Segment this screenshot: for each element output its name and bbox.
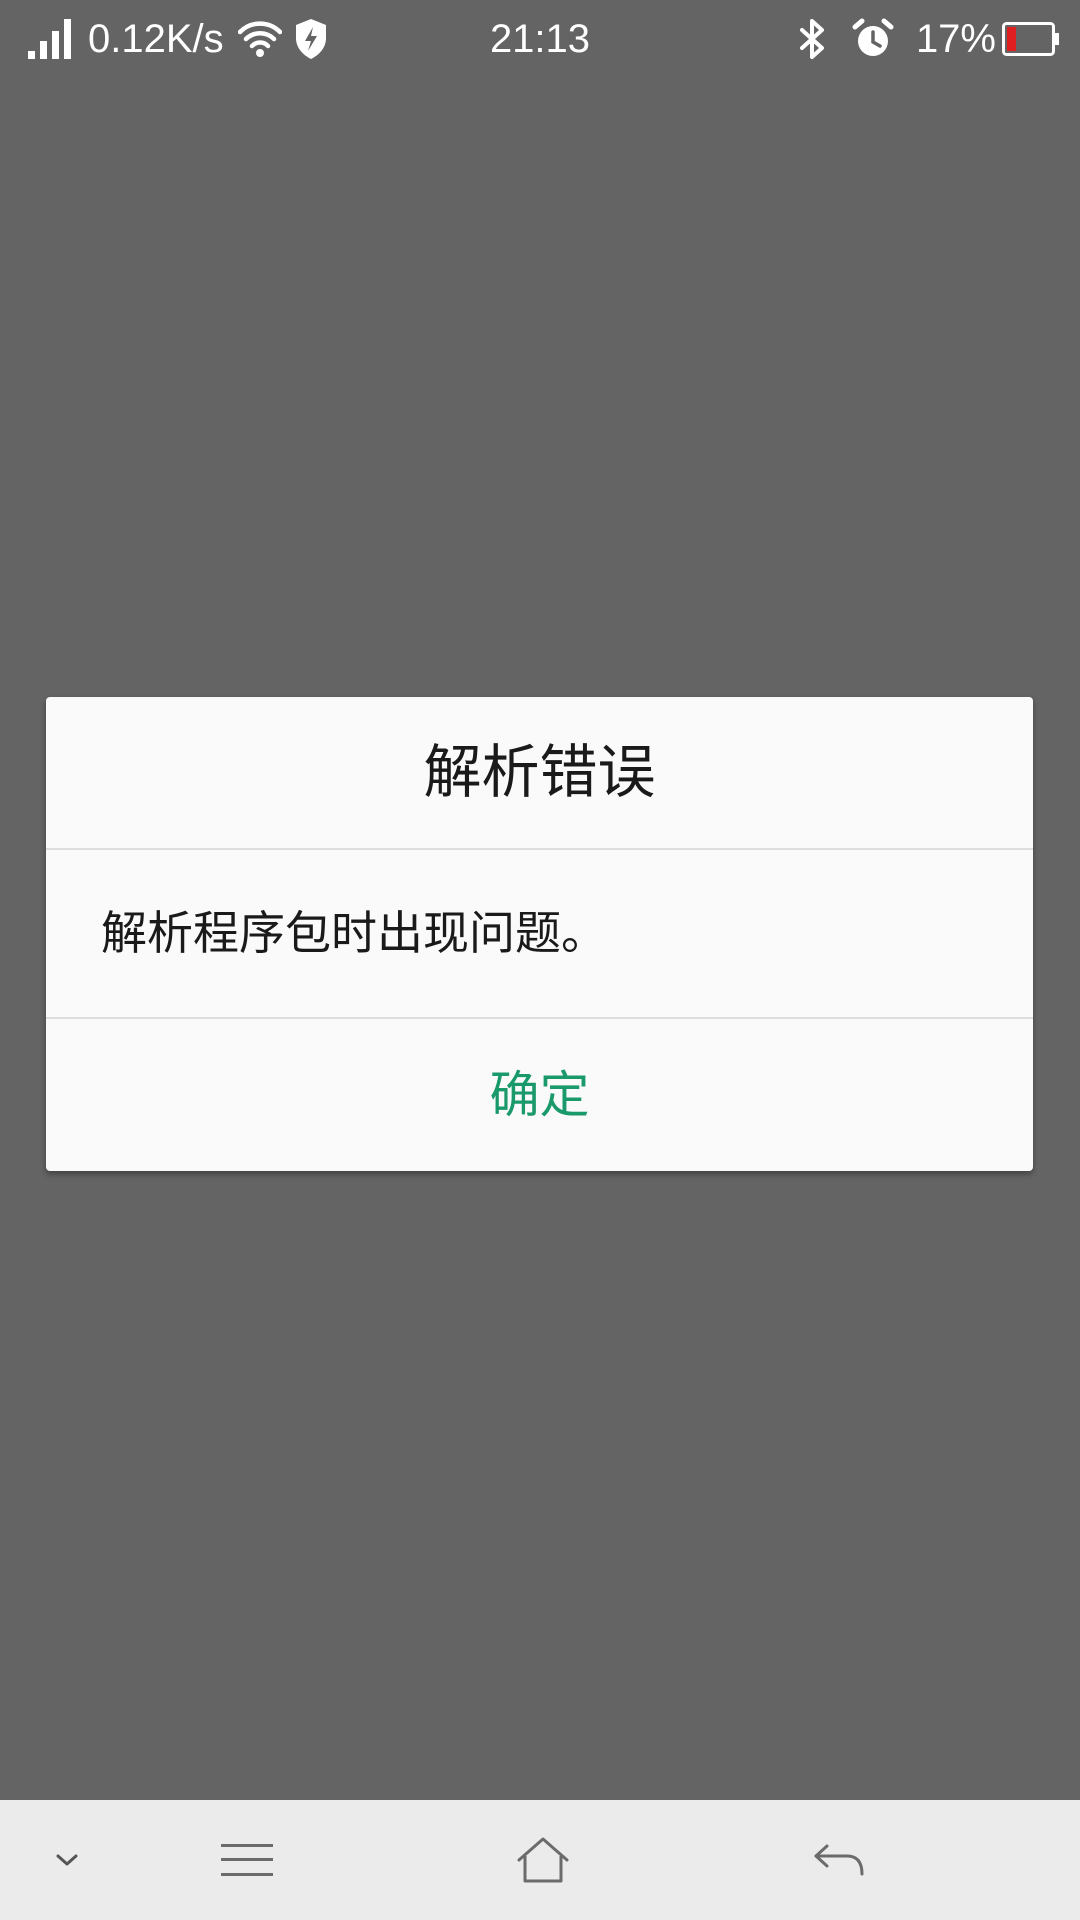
home-button[interactable] — [496, 1800, 590, 1920]
back-icon — [813, 1842, 865, 1878]
menu-button[interactable] — [200, 1800, 294, 1920]
battery-percent: 17% — [915, 16, 996, 61]
alarm-icon — [852, 18, 894, 60]
navigation-bar — [0, 1800, 1080, 1920]
bluetooth-icon — [798, 18, 828, 60]
back-button[interactable] — [792, 1800, 886, 1920]
dialog-title: 解析错误 — [423, 738, 656, 806]
collapse-button[interactable] — [30, 1800, 104, 1920]
status-bar: 0.12K/s 21:13 17% — [0, 0, 1080, 78]
battery-icon — [1002, 22, 1060, 56]
menu-icon — [221, 1842, 273, 1878]
chevron-down-icon — [55, 1852, 79, 1868]
home-icon — [516, 1836, 570, 1884]
parse-error-dialog: 解析错误 解析程序包时出现问题。 确定 — [46, 697, 1033, 1171]
status-right: 17% — [798, 14, 1060, 64]
confirm-button[interactable]: 确定 — [46, 1019, 1033, 1171]
dialog-message: 解析程序包时出现问题。 — [101, 906, 607, 960]
